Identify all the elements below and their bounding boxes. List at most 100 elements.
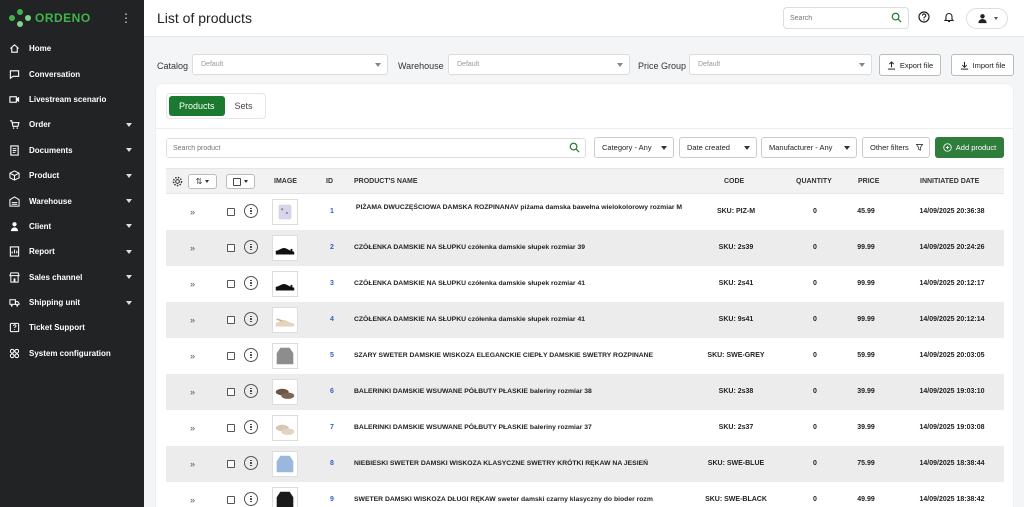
row-actions-icon[interactable]: [244, 348, 258, 362]
product-quantity: 0: [813, 460, 817, 467]
row-checkbox[interactable]: [227, 460, 235, 468]
table-row[interactable]: » 2 CZÓŁENKA DAMSKIE NA SŁUPKU czółenka da…: [166, 230, 1004, 266]
sidebar-item-conversation[interactable]: Conversation: [0, 61, 144, 86]
product-quantity: 0: [813, 316, 817, 323]
add-product-button[interactable]: Add product: [935, 137, 1004, 158]
product-id-link[interactable]: 6: [326, 388, 338, 395]
chevron-down-icon: [126, 199, 132, 204]
sidebar-item-system-configuration[interactable]: System configuration: [0, 341, 144, 366]
expand-row-icon[interactable]: »: [190, 351, 195, 361]
product-thumbnail[interactable]: [272, 451, 298, 477]
product-id-link[interactable]: 3: [326, 280, 338, 287]
table-row[interactable]: » 3 CZÓŁENKA DAMSKIE NA SŁUPKU czółenka da…: [166, 266, 1004, 302]
sidebar-item-livestream-scenario[interactable]: Livestream scenario: [0, 87, 144, 112]
sidebar-item-shipping-unit[interactable]: Shipping unit: [0, 290, 144, 315]
table-row[interactable]: » 6 BALERINKI DAMSKIE WSUWANE PÓŁBUTY PŁAS…: [166, 374, 1004, 410]
row-actions-icon[interactable]: [244, 240, 258, 254]
tab-products[interactable]: Products: [169, 96, 225, 116]
select-all-checkbox[interactable]: [233, 177, 241, 186]
sidebar-item-report[interactable]: Report: [0, 239, 144, 264]
help-icon[interactable]: [917, 10, 931, 24]
product-thumbnail[interactable]: [272, 415, 298, 441]
product-thumbnail[interactable]: [272, 235, 298, 261]
row-checkbox[interactable]: [227, 280, 235, 288]
sidebar-item-client[interactable]: Client: [0, 214, 144, 239]
user-menu[interactable]: [966, 8, 1008, 29]
sidebar-item-product[interactable]: Product: [0, 163, 144, 188]
row-actions-icon[interactable]: [244, 492, 258, 506]
sidebar-item-documents[interactable]: Documents: [0, 138, 144, 163]
product-id-link[interactable]: 4: [326, 316, 338, 323]
manufacturer-dropdown[interactable]: Manufacturer - Any: [761, 137, 857, 158]
product-thumbnail[interactable]: [272, 343, 298, 369]
table-row[interactable]: » 8 NIEBIESKI SWETER DAMSKI WISKOZA KLASYC…: [166, 446, 1004, 482]
row-actions-icon[interactable]: [244, 312, 258, 326]
user-icon: [8, 220, 20, 232]
col-price: PRICE: [858, 178, 880, 185]
expand-row-icon[interactable]: »: [190, 423, 195, 433]
product-id-link[interactable]: 2: [326, 244, 338, 251]
product-thumbnail[interactable]: [272, 379, 298, 405]
tab-sets[interactable]: Sets: [225, 96, 263, 116]
select-all-toggle[interactable]: [226, 174, 255, 189]
catalog-select[interactable]: Default: [192, 54, 388, 75]
date-created-dropdown[interactable]: Date created: [679, 137, 757, 158]
sidebar-item-sales-channel[interactable]: Sales channel: [0, 265, 144, 290]
row-actions-icon[interactable]: [244, 204, 258, 218]
row-actions-icon[interactable]: [244, 456, 258, 470]
sidebar-item-order[interactable]: Order: [0, 112, 144, 137]
row-checkbox[interactable]: [227, 316, 235, 324]
chevron-down-icon: [244, 180, 248, 183]
product-id-link[interactable]: 9: [326, 496, 338, 503]
chevron-down-icon: [126, 148, 132, 153]
table-row[interactable]: » 5 SZARY SWETER DAMSKIE WISKOZA ELEGANCKI…: [166, 338, 1004, 374]
product-thumbnail[interactable]: [272, 487, 298, 507]
warehouse-select[interactable]: Default: [448, 54, 630, 75]
search-icon[interactable]: [891, 12, 902, 25]
global-search-input[interactable]: [784, 8, 884, 28]
row-actions-icon[interactable]: [244, 384, 258, 398]
product-search-input[interactable]: [167, 139, 557, 157]
product-id-link[interactable]: 5: [326, 352, 338, 359]
row-checkbox[interactable]: [227, 244, 235, 252]
expand-row-icon[interactable]: »: [190, 243, 195, 253]
expand-row-icon[interactable]: »: [190, 459, 195, 469]
table-row[interactable]: » 4 CZÓŁENKA DAMSKIE NA SŁUPKU czółenka da…: [166, 302, 1004, 338]
sidebar-item-ticket-support[interactable]: Ticket Support: [0, 315, 144, 340]
table-row[interactable]: » 9 SWETER DAMSKI WISKOZA DŁUGI RĘKAW swet…: [166, 482, 1004, 507]
product-id-link[interactable]: 1: [326, 208, 338, 215]
row-actions-icon[interactable]: [244, 276, 258, 290]
price-group-select[interactable]: Default: [689, 54, 872, 75]
row-checkbox[interactable]: [227, 208, 235, 216]
sidebar-item-warehouse[interactable]: Warehouse: [0, 188, 144, 213]
product-id-link[interactable]: 8: [326, 460, 338, 467]
settings-gear-icon[interactable]: [172, 176, 183, 189]
brand-logo[interactable]: ORDENO ⋮: [0, 0, 144, 36]
sort-toggle[interactable]: ⇅: [188, 174, 217, 189]
category-dropdown[interactable]: Category - Any: [594, 137, 674, 158]
product-thumbnail[interactable]: [272, 271, 298, 297]
product-thumbnail[interactable]: [272, 199, 298, 225]
expand-row-icon[interactable]: »: [190, 315, 195, 325]
import-file-button[interactable]: Import file: [951, 54, 1014, 76]
export-file-button[interactable]: Export file: [879, 54, 941, 76]
expand-row-icon[interactable]: »: [190, 207, 195, 217]
expand-row-icon[interactable]: »: [190, 387, 195, 397]
expand-row-icon[interactable]: »: [190, 495, 195, 505]
product-price: 49.99: [857, 496, 875, 503]
other-filters-button[interactable]: Other filters: [862, 137, 930, 158]
row-checkbox[interactable]: [227, 388, 235, 396]
row-actions-icon[interactable]: [244, 420, 258, 434]
kebab-menu-icon[interactable]: ⋮: [120, 11, 132, 25]
bell-icon[interactable]: [942, 10, 956, 24]
expand-row-icon[interactable]: »: [190, 279, 195, 289]
search-icon[interactable]: [569, 142, 580, 155]
row-checkbox[interactable]: [227, 352, 235, 360]
sidebar-item-home[interactable]: Home: [0, 36, 144, 61]
table-row[interactable]: » 7 BALERINKI DAMSKIE WSUWANE PÓŁBUTY PŁAS…: [166, 410, 1004, 446]
row-checkbox[interactable]: [227, 496, 235, 504]
product-thumbnail[interactable]: [272, 307, 298, 333]
table-row[interactable]: » 1 PIŻAMA DWUCZĘŚCIOWA DAMSKA ROZPINANAV …: [166, 194, 1004, 230]
product-id-link[interactable]: 7: [326, 424, 338, 431]
row-checkbox[interactable]: [227, 424, 235, 432]
